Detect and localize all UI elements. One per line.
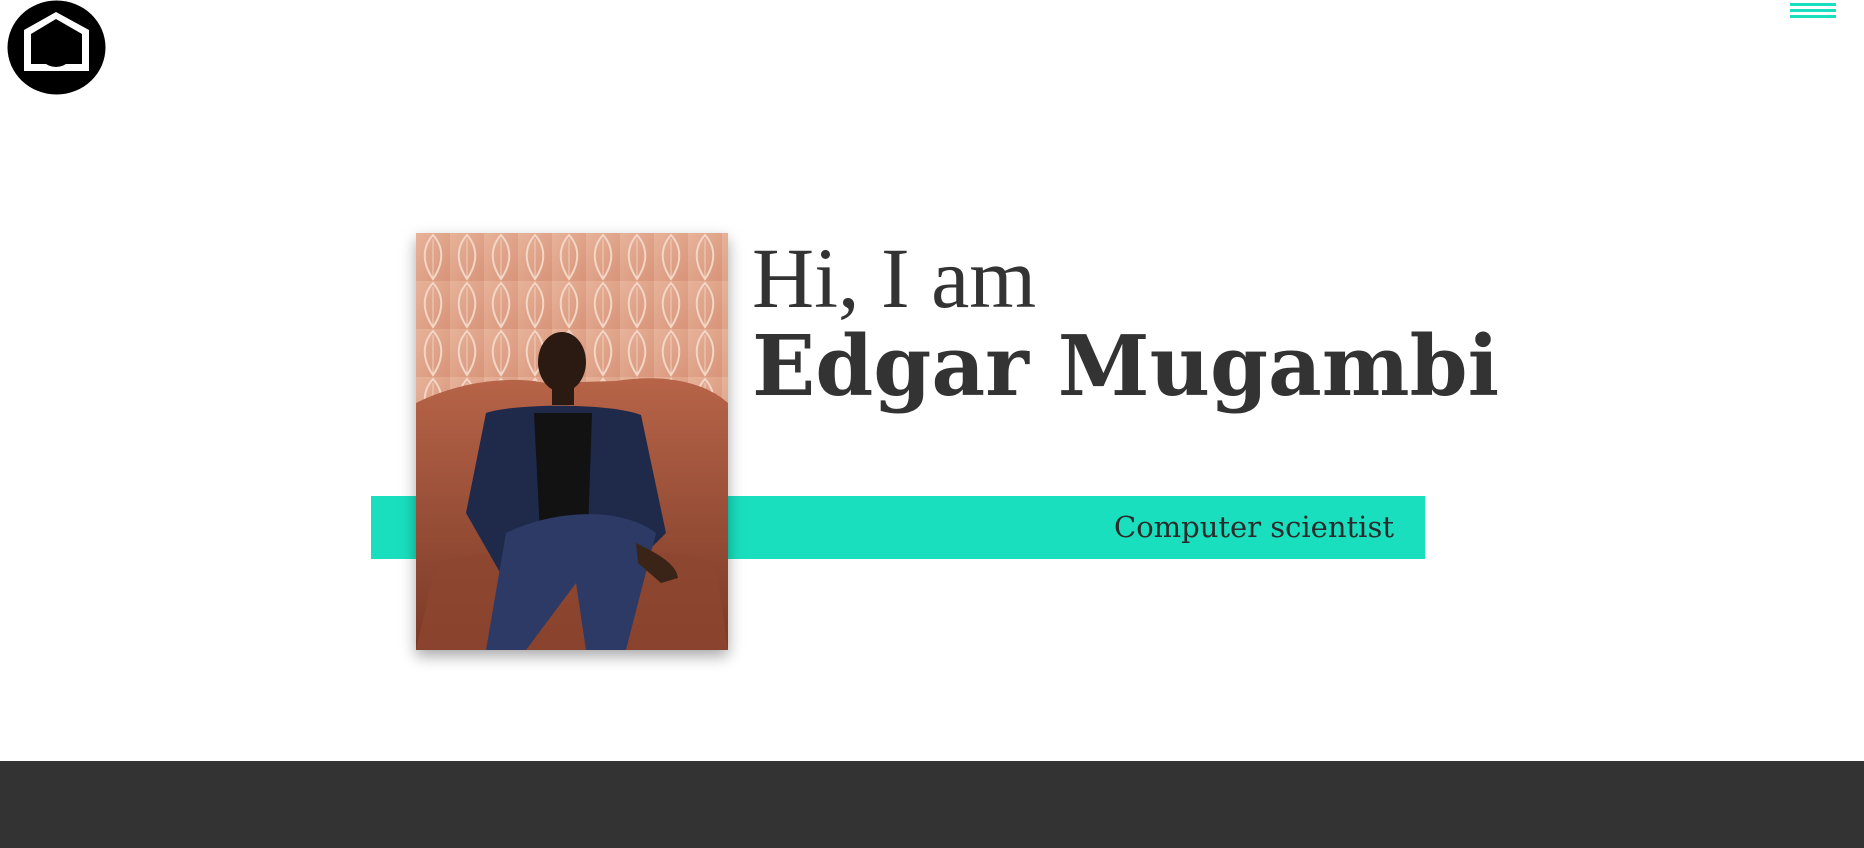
name-heading: Edgar Mugambi — [752, 317, 1500, 415]
role-label: Computer scientist — [1114, 510, 1394, 544]
portrait-image — [416, 233, 728, 650]
footer — [0, 761, 1864, 848]
greeting-heading: Hi, I am — [752, 230, 1037, 326]
profile-photo — [416, 233, 728, 650]
hero-section: Hi, I am Edgar Mugambi Computer scientis… — [0, 0, 1864, 761]
